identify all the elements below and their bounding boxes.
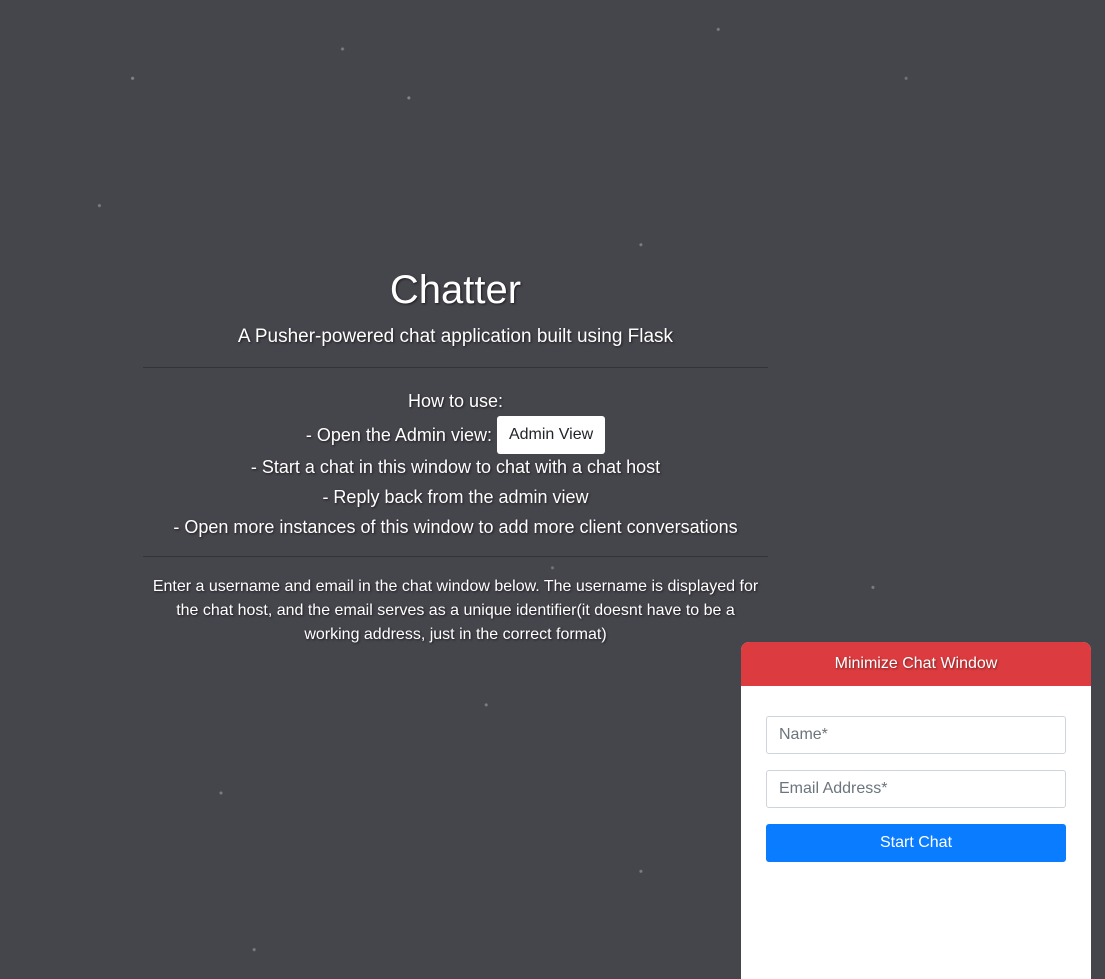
divider-bottom [143,556,768,557]
admin-view-row: - Open the Admin view: Admin View [143,416,768,454]
admin-view-button[interactable]: Admin View [496,416,606,454]
admin-view-label: - Open the Admin view: [305,425,492,445]
jumbotron: Chatter A Pusher-powered chat applicatio… [143,266,768,663]
page-subtitle: A Pusher-powered chat application built … [237,326,674,347]
name-input[interactable] [766,716,1066,754]
chat-login-form: Start Chat [741,686,1091,862]
chat-window: Minimize Chat Window Start Chat [741,642,1091,979]
instructions: How to use: - Open the Admin view: Admin… [143,386,768,542]
instruction-step: - Start a chat in this window to chat wi… [250,457,661,477]
instruction-step: - Reply back from the admin view [322,487,589,507]
page-title: Chatter [389,268,522,312]
minimize-chat-window-button[interactable]: Minimize Chat Window [741,642,1091,686]
instruction-step: - Open more instances of this window to … [173,517,738,537]
instructions-heading: How to use: [407,391,504,411]
start-chat-button[interactable]: Start Chat [766,824,1066,862]
instructions-note: Enter a username and email in the chat w… [152,578,759,643]
divider-top [143,367,768,368]
email-input[interactable] [766,770,1066,808]
